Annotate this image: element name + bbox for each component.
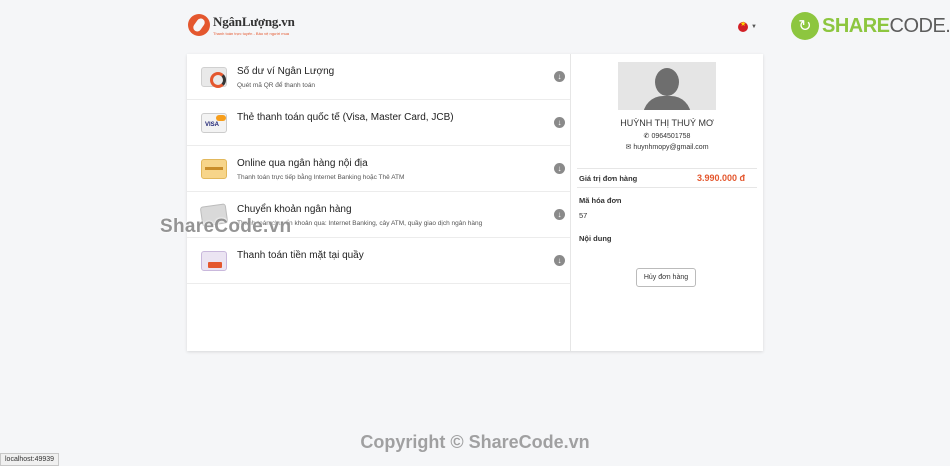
arrow-down-circle-icon[interactable]: ↓ [554,163,565,174]
arrow-down-circle-icon[interactable]: ↓ [554,209,565,220]
cash-counter-icon [201,251,227,271]
divider [577,187,757,188]
arrow-down-circle-icon[interactable]: ↓ [554,71,565,82]
sharecode-logo: ↻ SHARECODE.vn [791,12,950,40]
customer-name: HUỲNH THỊ THUÝ MƠ [620,118,714,128]
method-title: Thẻ thanh toán quốc tế (Visa, Master Car… [237,112,454,123]
header: NgânLượng.vn Thanh toán trực tuyến - Bảo… [0,0,950,54]
method-international-card[interactable]: Thẻ thanh toán quốc tế (Visa, Master Car… [187,100,570,146]
payment-card: Số dư ví Ngân Lượng Quét mã QR để thanh … [187,54,763,351]
atm-card-icon [201,159,227,179]
status-bar-url: localhost:49939 [0,453,60,466]
nganluong-logo-icon [188,14,210,36]
payment-methods-list: Số dư ví Ngân Lượng Quét mã QR để thanh … [187,54,571,351]
method-title: Online qua ngân hàng nội địa [237,158,368,169]
order-code-value: 57 [579,211,588,220]
method-subtitle: Thanh toán trực tiếp bằng Internet Banki… [237,174,405,181]
arrow-down-circle-icon[interactable]: ↓ [554,255,565,266]
phone-icon: ✆ [643,133,650,140]
avatar [618,62,716,110]
method-title: Số dư ví Ngân Lượng [237,66,335,77]
language-dropdown[interactable]: ▼ [738,20,757,32]
method-subtitle: Quét mã QR để thanh toán [237,82,316,89]
order-info-panel: HUỲNH THỊ THUÝ MƠ ✆ 0964501758 ✉ huynhmopy… [571,54,763,351]
email-value: huynhmopy@gmail.com [633,144,709,151]
sharecode-logo-part1: SHARE [822,14,890,37]
envelope-icon: ✉ [625,144,632,151]
customer-phone: ✆ 0964501758 [571,132,763,140]
watermark: ShareCode.vn [160,216,292,237]
divider [577,168,757,169]
logo-tagline: Thanh toán trực tuyến - Bảo vệ người mua [213,31,290,36]
cancel-order-button[interactable]: Hủy đơn hàng [636,268,696,287]
method-title: Chuyển khoản ngân hàng [237,204,352,215]
order-content-label: Nội dung [579,234,612,243]
copyright-watermark: Copyright © ShareCode.vn [360,432,590,452]
wallet-icon [201,67,227,88]
order-total-label: Giá trị đơn hàng [579,174,638,183]
method-title: Thanh toán tiền mặt tại quầy [237,250,364,261]
method-cash-counter[interactable]: Thanh toán tiền mặt tại quầy ↓ [187,238,570,284]
vietnam-flag-icon [738,20,748,32]
customer-email: ✉ huynhmopy@gmail.com [571,143,763,151]
method-domestic-bank[interactable]: Online qua ngân hàng nội địa Thanh toán … [187,146,570,192]
order-code-label: Mã hóa đơn [579,196,622,205]
user-silhouette-head [655,68,679,96]
user-silhouette-body [643,96,691,110]
chevron-down-icon: ▼ [751,24,757,30]
phone-value: 0964501758 [651,133,691,140]
order-total-value: 3.990.000 đ [697,173,746,183]
logo-name: NgânLượng.vn [213,14,295,29]
visa-card-icon [201,113,227,133]
method-wallet[interactable]: Số dư ví Ngân Lượng Quét mã QR để thanh … [187,54,570,100]
nganluong-logo[interactable]: NgânLượng.vn Thanh toán trực tuyến - Bảo… [188,14,295,36]
arrow-down-circle-icon[interactable]: ↓ [554,117,565,128]
sharecode-logo-icon: ↻ [791,12,819,40]
sharecode-logo-part2: CODE.vn [889,14,950,37]
